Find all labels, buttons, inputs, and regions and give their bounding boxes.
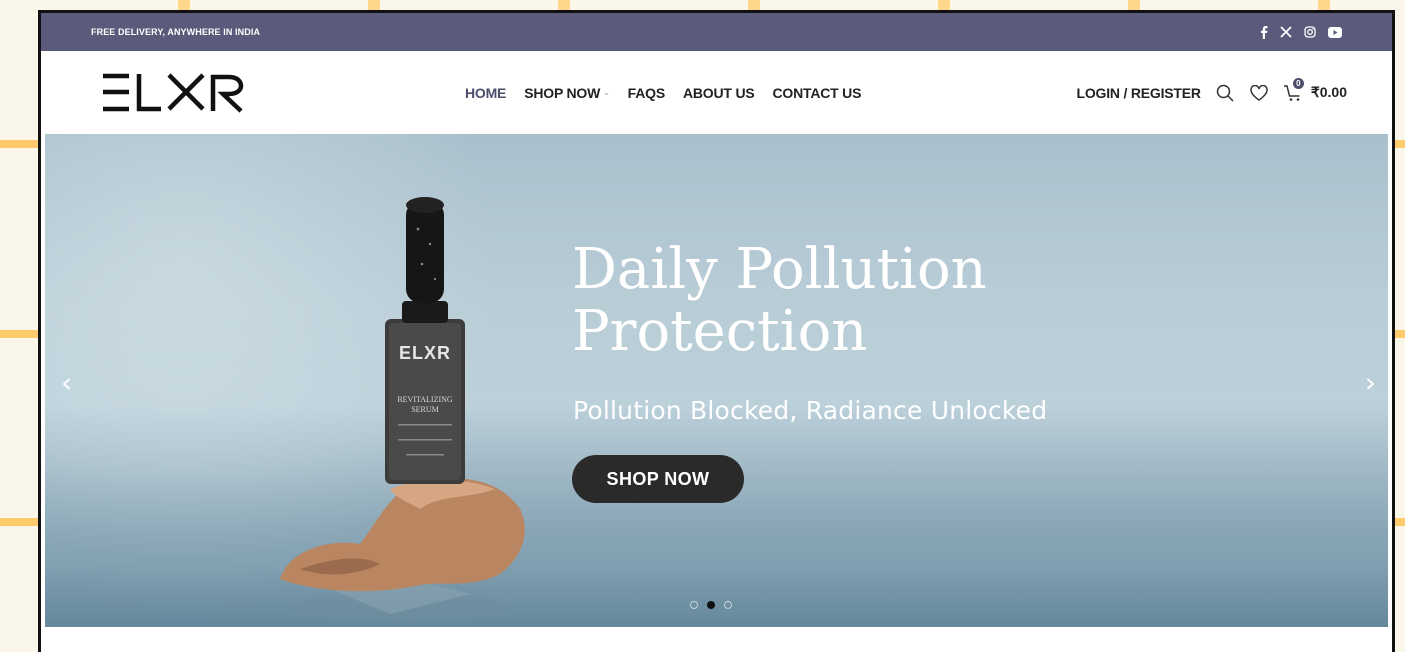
- shop-now-button[interactable]: SHOP NOW: [572, 455, 744, 503]
- hero-subtitle: Pollution Blocked, Radiance Unlocked: [573, 396, 1048, 425]
- header-actions: LOGIN / REGISTER 0 ₹0.00: [1076, 51, 1347, 134]
- nav-contact-us[interactable]: CONTACT US: [773, 85, 862, 101]
- product-name-line1: REVITALIZING: [397, 395, 453, 404]
- slider-next-icon[interactable]: ›: [1365, 366, 1376, 399]
- instagram-icon[interactable]: [1304, 26, 1316, 38]
- cart-total: ₹0.00: [1310, 84, 1347, 100]
- cart-count-badge: 0: [1292, 77, 1304, 89]
- login-register-link[interactable]: LOGIN / REGISTER: [1076, 85, 1201, 101]
- wishlist-heart-icon[interactable]: [1249, 83, 1269, 103]
- site-logo[interactable]: [101, 72, 251, 114]
- nav-shop-now[interactable]: SHOP NOW ⌄: [524, 85, 610, 101]
- hero-slider: ELXR REVITALIZING SERUM Daily Pollution …: [45, 134, 1388, 627]
- facebook-icon[interactable]: [1260, 25, 1268, 39]
- main-nav: HOME SHOP NOW ⌄ FAQS ABOUT US CONTACT US: [465, 51, 861, 134]
- site-header: HOME SHOP NOW ⌄ FAQS ABOUT US CONTACT US …: [41, 51, 1392, 134]
- chevron-down-icon: ⌄: [603, 88, 610, 97]
- youtube-icon[interactable]: [1328, 26, 1342, 38]
- social-links: [1260, 25, 1342, 39]
- product-name-line2: SERUM: [411, 405, 439, 414]
- nav-about-us[interactable]: ABOUT US: [683, 85, 755, 101]
- slide-dot[interactable]: [724, 601, 732, 609]
- slide-dot[interactable]: [690, 601, 698, 609]
- slide-dot-active[interactable]: [707, 601, 715, 609]
- x-icon[interactable]: [1280, 26, 1292, 38]
- search-icon[interactable]: [1215, 83, 1235, 103]
- browser-viewport: FREE DELIVERY, ANYWHERE IN INDIA HOME SH…: [38, 10, 1395, 652]
- cart-button[interactable]: 0 ₹0.00: [1283, 77, 1347, 102]
- serum-bottle-image: ELXR REVITALIZING SERUM: [280, 197, 525, 621]
- slider-prev-icon[interactable]: ‹: [61, 366, 72, 399]
- slider-pagination: [690, 601, 732, 609]
- promo-bar: FREE DELIVERY, ANYWHERE IN INDIA: [41, 13, 1392, 51]
- nav-home[interactable]: HOME: [465, 85, 506, 101]
- product-brand: ELXR: [399, 343, 451, 363]
- hero-title: Daily Pollution Protection: [572, 237, 987, 364]
- promo-text: FREE DELIVERY, ANYWHERE IN INDIA: [91, 27, 261, 37]
- nav-faqs[interactable]: FAQS: [628, 85, 666, 101]
